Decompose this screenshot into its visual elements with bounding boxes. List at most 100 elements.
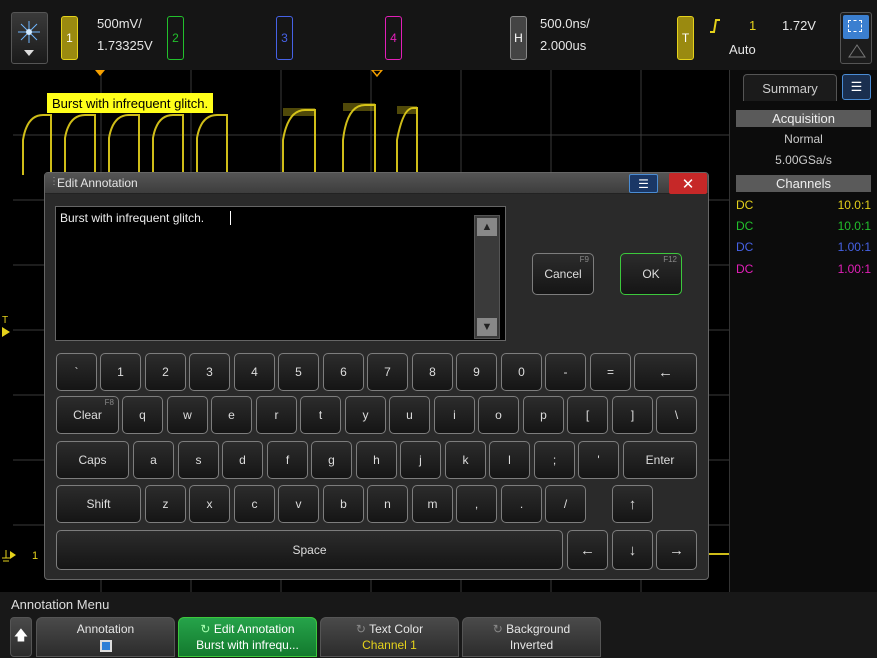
trigger-marker-label: T — [2, 315, 9, 326]
key-period[interactable]: . — [501, 485, 542, 523]
checkbox-checked-icon — [99, 640, 112, 652]
channel-1-scale: 500mV/ — [97, 16, 142, 31]
softkey-edit-annotation-label: ↻ Edit Annotation — [179, 622, 316, 636]
annotation-label[interactable]: Burst with infrequent glitch. — [47, 93, 214, 113]
key-s[interactable]: s — [178, 441, 219, 479]
key-quote[interactable]: ' — [578, 441, 619, 479]
ok-button[interactable]: F12 OK — [620, 253, 682, 295]
softkey-edit-annotation[interactable]: ↻ Edit Annotation Burst with infrequ... — [178, 617, 317, 657]
key-c[interactable]: c — [234, 485, 275, 523]
softkey-text-color-label: ↻ Text Color — [321, 622, 458, 636]
key-i[interactable]: i — [434, 396, 475, 434]
arrow-up-key[interactable]: ↑ — [612, 485, 653, 523]
key-comma[interactable]: , — [456, 485, 497, 523]
top-status-bar — [0, 0, 877, 70]
key-r[interactable]: r — [256, 396, 297, 434]
channel-summary-row: DC 1.00:1 — [736, 262, 871, 277]
close-icon[interactable]: ✕ — [669, 173, 707, 194]
softkey-annotation[interactable]: Annotation — [36, 617, 175, 657]
scroll-up-icon[interactable]: ▲ — [477, 218, 497, 236]
key-m[interactable]: m — [412, 485, 453, 523]
panel-menu-icon[interactable]: ☰ — [842, 74, 871, 100]
key-p[interactable]: p — [523, 396, 564, 434]
key-a[interactable]: a — [133, 441, 174, 479]
key-k[interactable]: k — [445, 441, 486, 479]
key-u[interactable]: u — [389, 396, 430, 434]
key-backtick[interactable]: ` — [56, 353, 97, 391]
softkey-background[interactable]: ↻ Background Inverted — [462, 617, 601, 657]
tab-summary[interactable]: Summary — [743, 74, 837, 101]
clear-key[interactable]: F8 Clear — [56, 396, 119, 434]
text-cursor — [230, 211, 231, 225]
shift-key[interactable]: Shift — [56, 485, 141, 523]
key-8[interactable]: 8 — [412, 353, 453, 391]
key-j[interactable]: j — [400, 441, 441, 479]
key-z[interactable]: z — [145, 485, 186, 523]
key-g[interactable]: g — [311, 441, 352, 479]
channels-header: Channels — [736, 175, 871, 192]
key-slash[interactable]: / — [545, 485, 586, 523]
key-left-bracket[interactable]: [ — [567, 396, 608, 434]
main-menu-button[interactable] — [11, 12, 48, 64]
arrow-down-key[interactable]: ↓ — [612, 530, 653, 570]
key-w[interactable]: w — [167, 396, 208, 434]
dialog-title-bar[interactable]: ⋮ Edit Annotation — [45, 173, 708, 194]
key-5[interactable]: 5 — [278, 353, 319, 391]
key-1[interactable]: 1 — [100, 353, 141, 391]
key-4[interactable]: 4 — [234, 353, 275, 391]
key-v[interactable]: v — [278, 485, 319, 523]
channel-4-button[interactable]: 4 — [385, 16, 402, 60]
key-y[interactable]: y — [345, 396, 386, 434]
key-2[interactable]: 2 — [145, 353, 186, 391]
key-f[interactable]: f — [267, 441, 308, 479]
key-minus[interactable]: - — [545, 353, 586, 391]
horizontal-button[interactable]: H — [510, 16, 527, 60]
clear-fn-key: F8 — [104, 398, 114, 407]
key-6[interactable]: 6 — [323, 353, 364, 391]
softkey-text-color[interactable]: ↻ Text Color Channel 1 — [320, 617, 459, 657]
key-right-bracket[interactable]: ] — [612, 396, 653, 434]
backspace-key[interactable]: ← — [634, 353, 697, 391]
key-backslash[interactable]: \ — [656, 396, 697, 434]
trigger-button[interactable]: T — [677, 16, 694, 60]
key-x[interactable]: x — [189, 485, 230, 523]
channel-2-button[interactable]: 2 — [167, 16, 184, 60]
key-h[interactable]: h — [356, 441, 397, 479]
space-key[interactable]: Space — [56, 530, 563, 570]
channel-3-label: 3 — [281, 31, 288, 45]
key-q[interactable]: q — [122, 396, 163, 434]
softkey-text-color-value: Channel 1 — [362, 638, 417, 652]
key-0[interactable]: 0 — [501, 353, 542, 391]
ground-marker-label: 1 — [32, 550, 39, 562]
arrow-right-key[interactable]: → — [656, 530, 697, 570]
touch-mode-button[interactable] — [840, 12, 872, 64]
cancel-button[interactable]: F9 Cancel — [532, 253, 594, 295]
key-b[interactable]: b — [323, 485, 364, 523]
key-d[interactable]: d — [222, 441, 263, 479]
key-o[interactable]: o — [478, 396, 519, 434]
key-7[interactable]: 7 — [367, 353, 408, 391]
key-3[interactable]: 3 — [189, 353, 230, 391]
key-equals[interactable]: = — [590, 353, 631, 391]
dialog-menu-icon[interactable]: ☰ — [629, 174, 658, 193]
enter-key[interactable]: Enter — [623, 441, 697, 479]
channel-1-button[interactable]: 1 — [61, 16, 78, 60]
scroll-down-icon[interactable]: ▼ — [477, 318, 497, 336]
key-t[interactable]: t — [300, 396, 341, 434]
softkey-edit-annotation-text: Edit Annotation — [213, 622, 295, 636]
up-arrow-icon[interactable]: 🡅 — [10, 617, 32, 657]
key-e[interactable]: e — [211, 396, 252, 434]
probe-ratio: 10.0:1 — [837, 198, 871, 212]
caps-key[interactable]: Caps — [56, 441, 129, 479]
key-semicolon[interactable]: ; — [534, 441, 575, 479]
annotation-text-field[interactable]: Burst with infrequent glitch. ▲ ▼ — [55, 206, 506, 341]
ground-marker: 1 — [2, 548, 44, 568]
arrow-left-key[interactable]: ← — [567, 530, 608, 570]
channel-3-button[interactable]: 3 — [276, 16, 293, 60]
key-9[interactable]: 9 — [456, 353, 497, 391]
coupling-value: DC — [736, 198, 754, 212]
scrollbar[interactable]: ▲ ▼ — [474, 215, 500, 339]
key-n[interactable]: n — [367, 485, 408, 523]
key-l[interactable]: l — [489, 441, 530, 479]
rotate-knob-icon: ↻ — [492, 622, 503, 636]
